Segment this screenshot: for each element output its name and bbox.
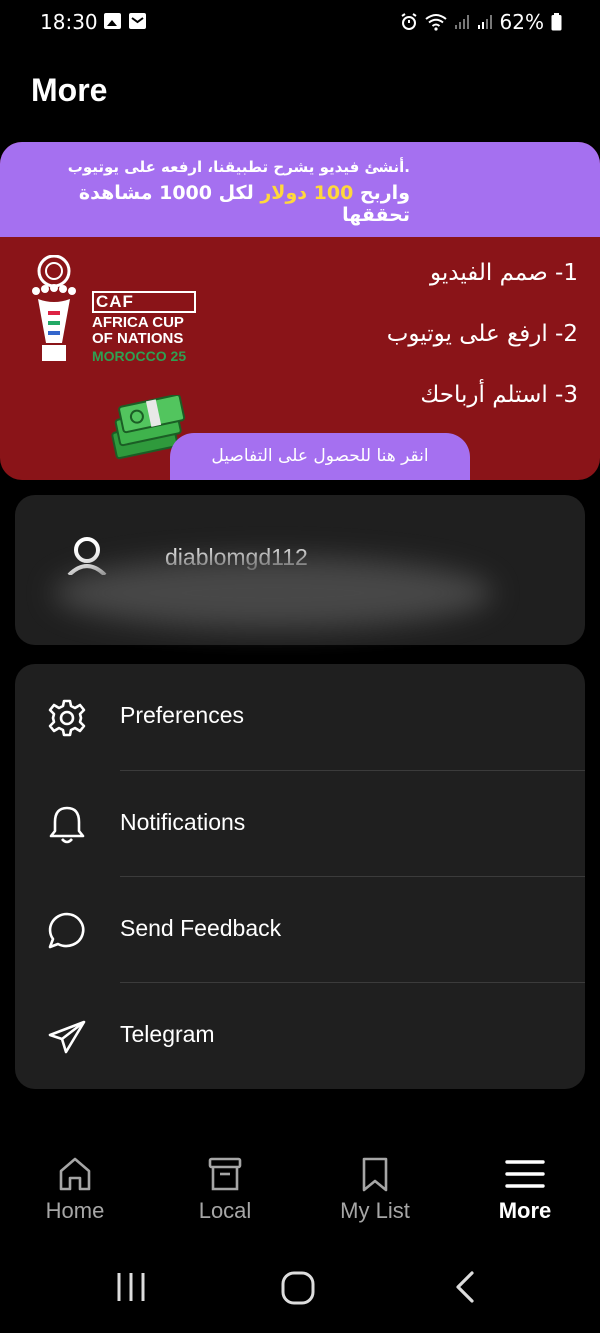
nav-label: My List [340,1198,410,1223]
chat-bubble-icon [48,912,85,949]
nav-more[interactable]: More [450,1156,600,1224]
menu-item-label: Notifications [120,809,246,835]
promo-banner[interactable]: .أنشئ فيديو يشرح تطبيقنا، ارفعه على يوتي… [0,142,600,480]
afcon-name-line1: AFRICA CUP [92,314,184,331]
status-time: 18:30 [40,10,98,34]
status-bar: 18:30 62% [0,0,600,44]
promo-details-button[interactable]: انقر هنا للحصول على التفاصيل [170,433,470,480]
afcon-name: AFRICA CUP OF NATIONS [92,315,184,347]
trophy-icon [32,255,76,361]
bottom-nav: Home Local My List More [0,1140,600,1250]
nav-label: Local [198,1198,252,1223]
nav-label: Home [45,1198,105,1223]
promo-steps: 1- صمم الفيديو 2- ارفع على يوتيوب 3- است… [387,257,578,440]
menu-item-send-feedback[interactable]: Send Feedback [15,877,585,983]
signal-icon [477,15,492,29]
afcon-name-line2: OF NATIONS [92,330,184,347]
menu-icon [505,1160,545,1188]
nav-label: More [498,1198,552,1223]
nav-my-list[interactable]: My List [300,1156,450,1224]
account-card[interactable]: diablomgd112 [15,495,585,645]
settings-menu: Preferences Notifications Send Feedback … [15,664,585,1089]
promo-header: .أنشئ فيديو يشرح تطبيقنا، ارفعه على يوتي… [0,142,600,237]
menu-item-label: Telegram [120,1021,215,1047]
archive-icon [208,1157,242,1191]
menu-item-notifications[interactable]: Notifications [15,771,585,877]
recents-icon[interactable] [114,1270,148,1304]
promo-line2: واربح 100 دولار لكل 1000 مشاهدة تحققها [20,182,410,226]
promo-step: 3- استلم أرباحك [420,382,578,408]
mail-icon [129,13,146,29]
promo-line2-pre: واربح [353,182,410,204]
nav-local[interactable]: Local [150,1156,300,1224]
signal-icon [454,15,469,29]
promo-step: 1- صمم الفيديو [429,260,578,286]
afcon-edition: MOROCCO 25 [92,348,187,364]
user-icon [67,537,107,575]
alarm-icon [400,13,417,30]
battery-icon [551,13,562,31]
battery-percent: 62% [499,10,544,34]
caf-brand: CAF [96,292,134,311]
menu-item-label: Send Feedback [120,915,282,941]
wifi-icon [424,14,447,31]
bookmark-icon [362,1157,388,1192]
status-right-icons: 62% [400,10,562,34]
system-nav-bar [0,1250,600,1333]
menu-item-label: Preferences [120,702,245,728]
nav-home[interactable]: Home [0,1156,150,1224]
afcon-logo: CAF AFRICA CUP OF NATIONS MOROCCO 25 [26,255,206,367]
home-circle-icon[interactable] [280,1270,316,1306]
gear-icon [48,699,86,737]
bell-icon [49,806,85,844]
page-title: More [31,72,108,108]
promo-line1: .أنشئ فيديو يشرح تطبيقنا، ارفعه على يوتي… [67,158,410,176]
home-icon [59,1157,91,1191]
status-left-icons [104,13,146,29]
image-icon [104,13,121,29]
menu-item-preferences[interactable]: Preferences [15,664,585,770]
back-icon[interactable] [452,1270,480,1304]
menu-item-telegram[interactable]: Telegram [15,983,585,1089]
promo-step: 2- ارفع على يوتيوب [386,321,578,347]
promo-line2-highlight: 100 دولار [260,182,354,204]
telegram-icon [48,1020,86,1054]
redacted-blur [53,557,493,629]
promo-body: CAF AFRICA CUP OF NATIONS MOROCCO 25 1- ص… [0,237,600,480]
